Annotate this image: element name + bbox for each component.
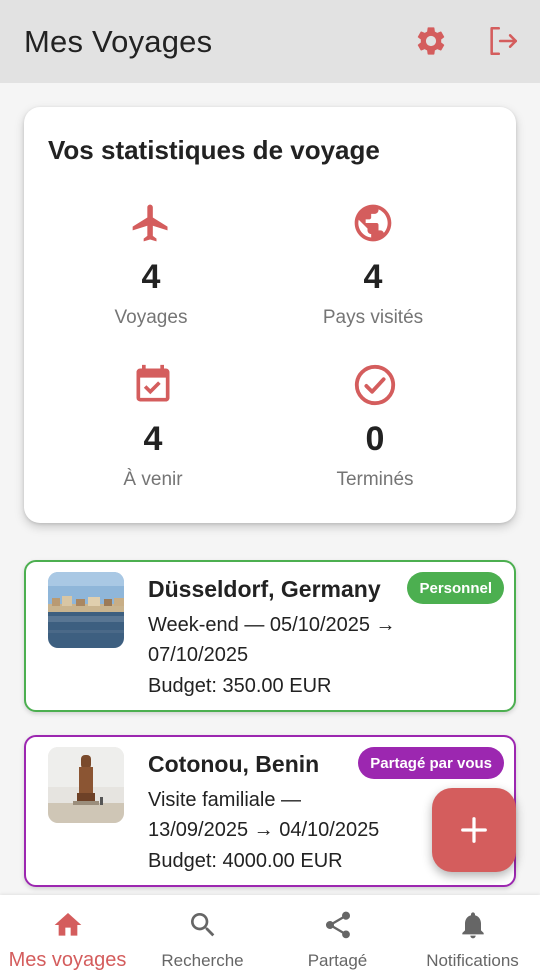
settings-button[interactable] [412, 22, 450, 60]
stat-label: À venir [123, 469, 183, 490]
stat-label: Terminés [336, 469, 414, 490]
stats-heading: Vos statistiques de voyage [48, 135, 380, 165]
stat-trips: 4 Voyages [51, 199, 251, 329]
trip-dates-line2: 13/09/2025 → 04/10/2025 [148, 819, 380, 841]
share-icon [325, 911, 350, 939]
stat-label: Pays visités [322, 307, 424, 328]
trip-badge: Partagé par vous [358, 747, 504, 779]
trip-dates-line2: 07/10/2025 [148, 644, 249, 666]
home-icon [54, 913, 81, 936]
nav-label: Notifications [426, 951, 519, 970]
stat-upcoming: 4 À venir [53, 361, 253, 491]
nav-item-notifications[interactable]: Notifications [405, 895, 540, 979]
trip-dates-line1: Visite familiale — [148, 789, 302, 811]
trip-badge: Personnel [407, 572, 504, 604]
trip-title: Cotonou, Benin [148, 751, 320, 777]
page-title: Mes Voyages [24, 23, 213, 59]
bell-icon [461, 912, 484, 939]
stat-countries: 4 Pays visités [273, 199, 473, 329]
logout-icon [490, 26, 518, 56]
gear-icon [417, 27, 445, 55]
trip-card[interactable]: Düsseldorf, Germany Personnel Week-end —… [24, 560, 516, 712]
app-bar: Mes Voyages [0, 0, 540, 83]
logout-button[interactable] [484, 22, 522, 60]
trip-title: Düsseldorf, Germany [148, 576, 381, 602]
add-trip-button[interactable] [432, 788, 516, 872]
trip-thumbnail [48, 747, 124, 823]
stats-card: Vos statistiques de voyage 4 Voyages 4 P… [24, 107, 516, 523]
check-circle-icon [354, 364, 396, 406]
trip-thumbnail [48, 572, 124, 648]
bottom-nav: Mes voyages Recherche Partagé Notificati… [0, 895, 540, 979]
nav-label: Recherche [161, 951, 244, 970]
plus-icon [461, 817, 487, 843]
nav-item-recherche[interactable]: Recherche [135, 895, 270, 979]
stat-value: 4 [141, 258, 161, 296]
nav-label: Partagé [307, 951, 368, 970]
nav-item-partage[interactable]: Partagé [270, 895, 405, 979]
trip-budget: Budget: 4000.00 EUR [148, 850, 343, 872]
stat-value: 4 [143, 420, 163, 458]
nav-item-mes-voyages[interactable]: Mes voyages [0, 895, 135, 979]
stat-completed: 0 Terminés [275, 361, 475, 491]
calendar-check-icon [136, 364, 170, 402]
trip-budget: Budget: 350.00 EUR [148, 675, 332, 697]
airplane-icon [132, 204, 168, 242]
trip-dates-line1: Week-end — 05/10/2025 → [148, 614, 396, 636]
stat-value: 0 [365, 420, 385, 458]
search-icon [190, 913, 214, 937]
stat-value: 4 [363, 258, 383, 296]
stat-label: Voyages [114, 307, 188, 328]
globe-icon [354, 204, 392, 242]
nav-label: Mes voyages [8, 949, 127, 971]
